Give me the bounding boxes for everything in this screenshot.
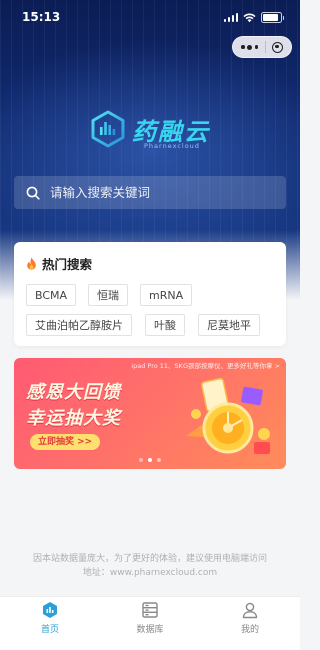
tab-home-label: 首页 [40,625,59,635]
banner-dot[interactable] [157,458,161,462]
search-bar[interactable] [14,176,286,209]
banner-dot-active[interactable] [148,458,152,462]
hot-tag-nimodipine[interactable]: 尼莫地平 [198,314,260,336]
tab-database[interactable]: 数据库 [100,597,200,650]
banner-pagination [14,458,286,462]
draw-button[interactable]: 立即抽奖 >> [30,434,101,450]
banner-dot[interactable] [139,458,143,462]
status-icons [223,12,284,23]
miniprogram-capsule [232,36,292,58]
capsule-divider [264,41,266,53]
hot-tag-hengrui[interactable]: 恒瑞 [88,284,128,306]
fire-icon [27,257,36,270]
hot-search-header: 热门搜索 [26,254,274,273]
more-icon[interactable] [241,44,258,50]
search-icon [26,186,40,200]
hot-search-title: 热门搜索 [42,257,93,272]
status-bar: 15:13 [0,0,300,36]
battery-icon [261,12,284,23]
wifi-icon [243,13,256,22]
user-icon [242,602,258,619]
status-time: 15:13 [22,10,61,24]
home-icon [43,602,57,618]
tab-database-label: 数据库 [136,625,164,635]
tab-mine-label: 我的 [240,625,259,635]
hot-tag-mrna[interactable]: mRNA [140,284,193,306]
hot-tag-bcma[interactable]: BCMA [26,284,77,306]
banner-ticker: ipad Pro 11、SKG颈部按摩仪、更多好礼等你拿 > [131,362,280,370]
lottery-wheel-illustration [186,377,270,454]
tab-home[interactable]: 首页 [0,597,100,650]
banner-title-line1: 感恩大回馈 [26,382,121,403]
search-input[interactable] [48,184,272,201]
hot-search-card: 热门搜索 BCMA 恒瑞 mRNA 艾曲泊帕乙醇胺片 叶酸 尼莫地平 [14,242,286,346]
signal-icon [223,13,238,22]
close-miniprogram-icon[interactable] [272,41,283,53]
database-icon [142,602,158,618]
tab-mine[interactable]: 我的 [200,597,300,650]
hot-tag-eltrombopag[interactable]: 艾曲泊帕乙醇胺片 [26,314,132,336]
tab-bar: 首页 数据库 我的 [0,596,300,650]
brand-logo: 药融云 Pharnexcloud [90,108,220,156]
logo-mark-icon [91,110,125,148]
desktop-notice: 因本站数据量庞大，为了更好的体验，建议使用电脑端访问 地址：www.pharne… [0,552,300,580]
hot-tag-folic-acid[interactable]: 叶酸 [145,314,185,336]
notice-line1: 因本站数据量庞大，为了更好的体验，建议使用电脑端访问 [32,554,267,564]
notice-url: 地址：www.pharnexcloud.com [82,568,218,578]
promo-banner[interactable]: ipad Pro 11、SKG颈部按摩仪、更多好礼等你拿 > 感恩大回馈 幸运抽… [14,358,286,469]
brand-name-en: Pharnexcloud [144,142,200,150]
banner-title-line2: 幸运抽大奖 [26,408,121,429]
